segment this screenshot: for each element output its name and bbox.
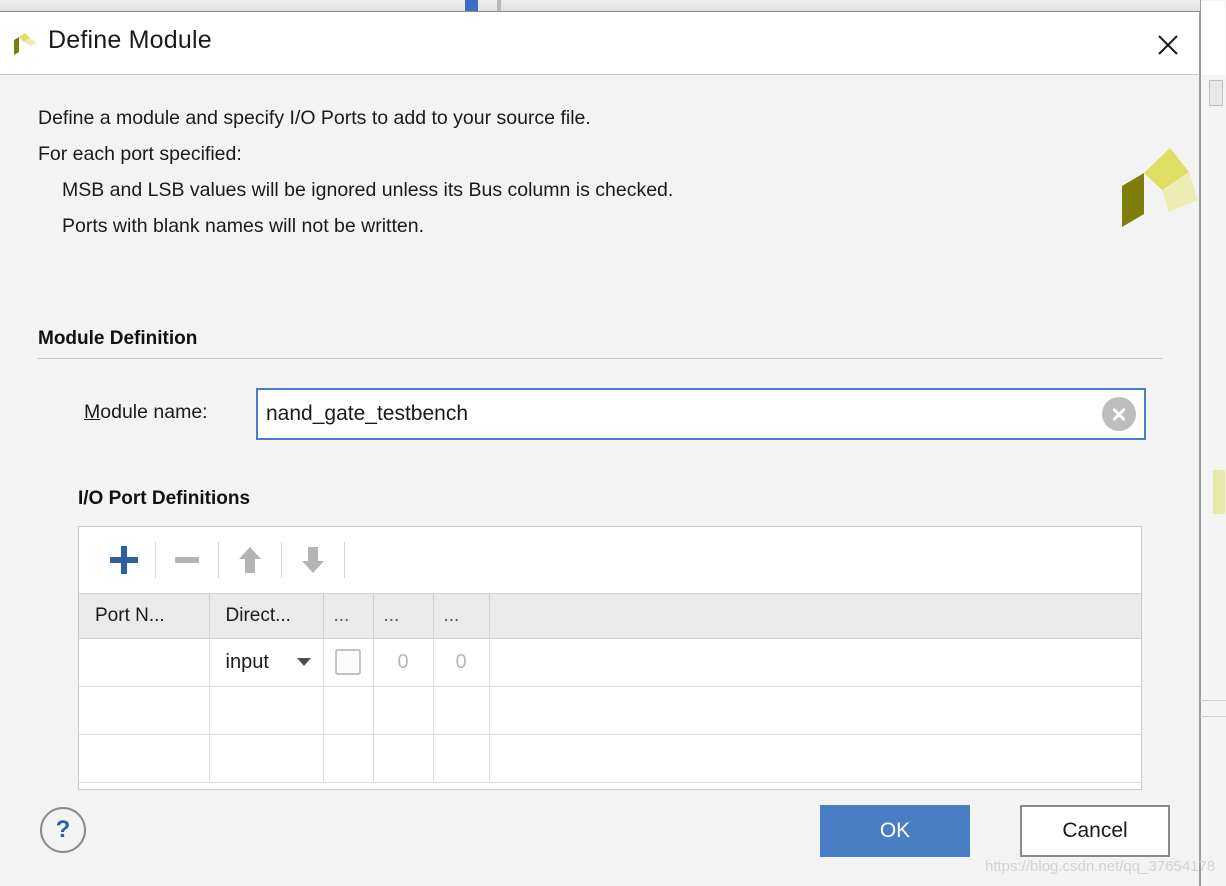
toolbar-separator-4 bbox=[344, 542, 345, 578]
plus-icon bbox=[110, 546, 138, 574]
cell-msb[interactable] bbox=[373, 734, 434, 783]
screen: Define Module Define a module and specif… bbox=[0, 0, 1226, 886]
cell-filler bbox=[489, 638, 1141, 687]
minus-icon bbox=[175, 557, 199, 563]
table-row[interactable]: input 0 0 bbox=[79, 638, 1141, 687]
table-header-row: Port N... Direct... ... ... ... bbox=[79, 594, 1141, 639]
cell-bus[interactable] bbox=[323, 638, 374, 687]
io-ports-table: Port N... Direct... ... ... ... input 0 … bbox=[79, 594, 1141, 783]
underlying-panel-divider-1 bbox=[1200, 700, 1226, 701]
cell-msb[interactable] bbox=[373, 686, 434, 735]
move-port-down-button[interactable] bbox=[290, 538, 336, 582]
cell-port-name[interactable] bbox=[79, 734, 210, 783]
arrow-up-icon bbox=[239, 547, 261, 573]
underlying-window-tab-divider bbox=[497, 0, 501, 11]
underlying-window-tab-marker bbox=[465, 0, 478, 11]
module-definition-separator bbox=[38, 358, 1162, 359]
cell-lsb[interactable]: 0 bbox=[433, 638, 490, 687]
define-module-dialog: Define Module Define a module and specif… bbox=[0, 12, 1200, 886]
add-port-button[interactable] bbox=[101, 538, 147, 582]
cell-filler bbox=[489, 734, 1141, 783]
underlying-panel-divider-2 bbox=[1200, 716, 1226, 717]
underlying-panel-highlight bbox=[1213, 470, 1225, 514]
module-definition-section-title: Module Definition bbox=[38, 328, 198, 349]
column-header-filler bbox=[489, 594, 1141, 639]
underlying-panel-icons bbox=[1209, 80, 1223, 106]
cancel-button[interactable]: Cancel bbox=[1020, 805, 1170, 857]
column-header-msb[interactable]: ... bbox=[373, 594, 434, 639]
toolbar-separator-2 bbox=[218, 542, 219, 578]
underlying-panel-white bbox=[1201, 1, 1225, 75]
cell-port-name[interactable] bbox=[79, 686, 210, 735]
move-port-up-button[interactable] bbox=[227, 538, 273, 582]
help-button[interactable]: ? bbox=[40, 807, 86, 853]
module-name-field-wrapper[interactable] bbox=[256, 388, 1146, 440]
dialog-title: Define Module bbox=[48, 26, 212, 54]
description-line-3: MSB and LSB values will be ignored unles… bbox=[62, 179, 674, 201]
remove-port-button[interactable] bbox=[164, 538, 210, 582]
io-ports-toolbar bbox=[79, 527, 1141, 594]
direction-value: input bbox=[225, 650, 269, 673]
description-line-2: For each port specified: bbox=[38, 143, 242, 165]
io-ports-panel: Port N... Direct... ... ... ... input 0 … bbox=[78, 526, 1142, 790]
cell-direction[interactable] bbox=[209, 734, 324, 783]
description-line-1: Define a module and specify I/O Ports to… bbox=[38, 107, 591, 129]
cell-bus[interactable] bbox=[323, 734, 374, 783]
close-icon[interactable] bbox=[1147, 24, 1189, 64]
cell-msb[interactable]: 0 bbox=[373, 638, 434, 687]
bus-checkbox[interactable] bbox=[335, 649, 361, 675]
ok-button[interactable]: OK bbox=[820, 805, 970, 857]
module-name-label-rest: odule name: bbox=[100, 401, 208, 423]
table-row[interactable] bbox=[79, 686, 1141, 735]
column-header-lsb[interactable]: ... bbox=[433, 594, 490, 639]
vivado-pinwheel-logo-icon bbox=[14, 33, 37, 55]
cell-lsb[interactable] bbox=[433, 734, 490, 783]
column-header-direction[interactable]: Direct... bbox=[209, 594, 324, 639]
vivado-pinwheel-large-logo-icon bbox=[1122, 148, 1198, 227]
cell-lsb[interactable] bbox=[433, 686, 490, 735]
arrow-down-icon bbox=[302, 547, 324, 573]
dialog-description: Define a module and specify I/O Ports to… bbox=[38, 100, 938, 244]
column-header-bus[interactable]: ... bbox=[323, 594, 374, 639]
msb-value: 0 bbox=[397, 650, 409, 673]
cell-direction[interactable] bbox=[209, 686, 324, 735]
underlying-window-right-strip bbox=[1200, 0, 1226, 886]
module-name-label-mnemonic: M bbox=[84, 401, 101, 423]
io-port-definitions-section-title: I/O Port Definitions bbox=[78, 488, 251, 509]
module-name-input[interactable] bbox=[258, 390, 1102, 438]
toolbar-separator-1 bbox=[155, 542, 156, 578]
cell-direction[interactable]: input bbox=[209, 638, 324, 687]
cell-filler bbox=[489, 686, 1141, 735]
table-row[interactable] bbox=[79, 734, 1141, 783]
watermark: https://blog.csdn.net/qq_37654178 bbox=[985, 858, 1216, 875]
toolbar-separator-3 bbox=[281, 542, 282, 578]
clear-circle-x-icon[interactable] bbox=[1102, 397, 1136, 431]
description-line-4: Ports with blank names will not be writt… bbox=[62, 215, 424, 237]
chevron-down-icon[interactable] bbox=[296, 658, 311, 666]
lsb-value: 0 bbox=[455, 650, 467, 673]
dialog-titlebar: Define Module bbox=[0, 12, 1199, 75]
column-header-port-name[interactable]: Port N... bbox=[79, 594, 210, 639]
cell-port-name[interactable] bbox=[79, 638, 210, 687]
cell-bus[interactable] bbox=[323, 686, 374, 735]
underlying-window-top-strip bbox=[0, 0, 1226, 12]
module-name-label: Module name: bbox=[84, 401, 208, 424]
